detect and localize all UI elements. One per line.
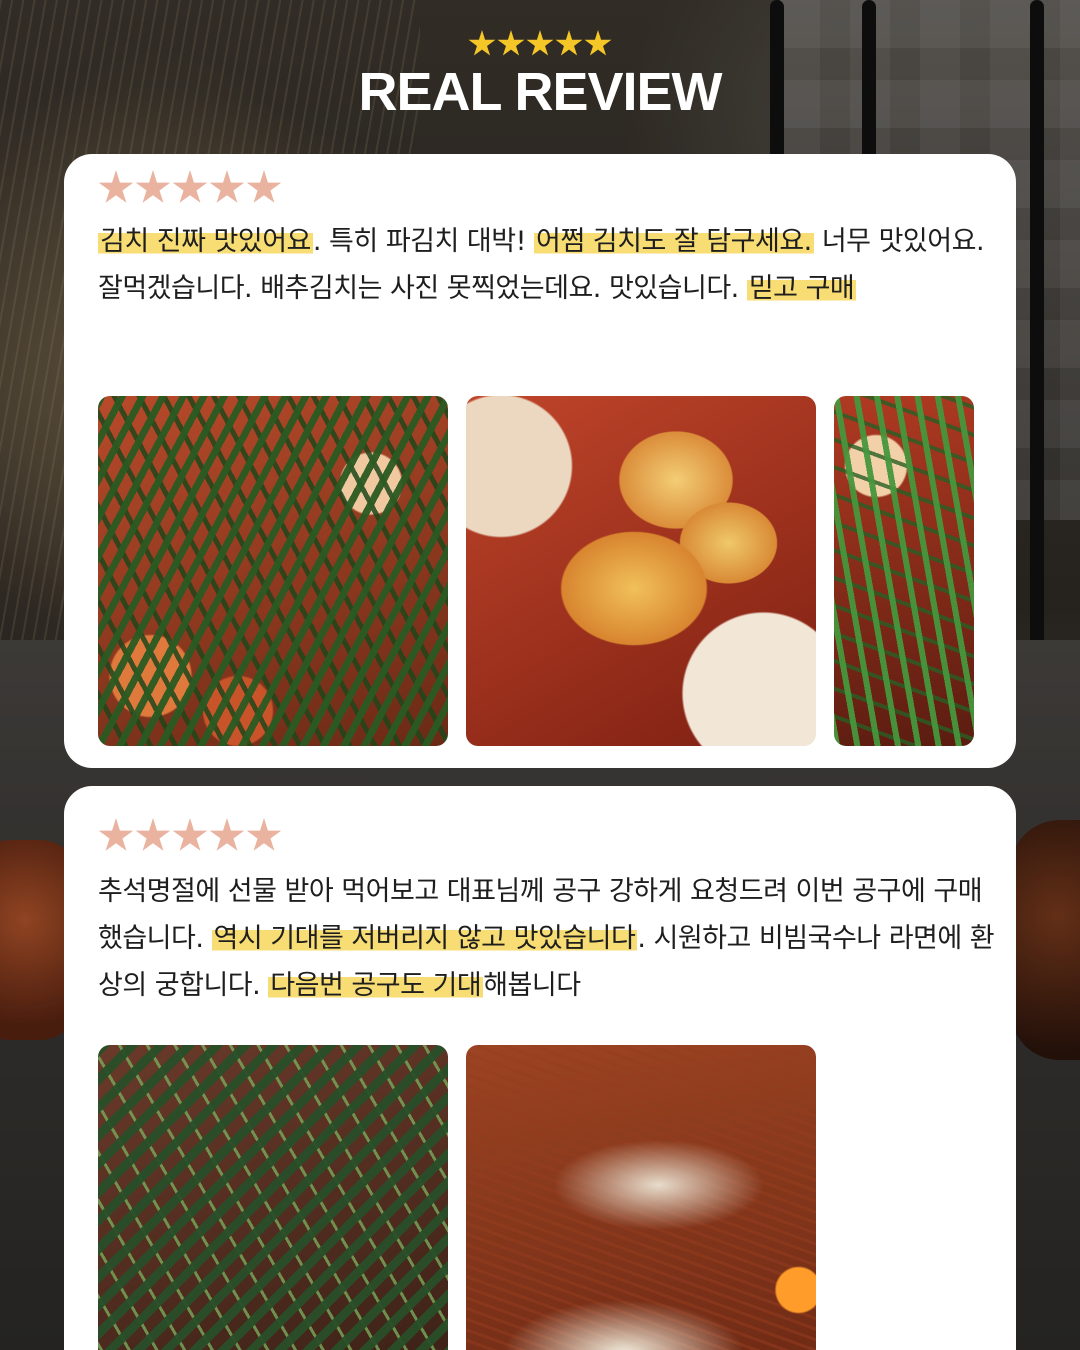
star-icon (209, 818, 245, 851)
star-icon (172, 170, 208, 203)
highlighted-phrase: 다음번 공구도 기대 (268, 970, 484, 1001)
review-card: 김치 진짜 맛있어요. 특히 파김치 대박! 어쩜 김치도 잘 담구세요. 너무… (64, 154, 1016, 768)
green-onion-kimchi-photo[interactable] (98, 396, 448, 746)
highlighted-phrase: 역시 기대를 저버리지 않고 맛있습니다 (211, 923, 638, 954)
greens-kimchi-photo-partial[interactable] (834, 396, 974, 746)
review-rating-stars (98, 170, 282, 206)
star-icon (526, 30, 554, 56)
star-icon (98, 818, 134, 851)
young-radish-kimchi-photo[interactable] (98, 1045, 448, 1350)
highlighted-phrase: 믿고 구매 (746, 273, 857, 304)
header-rating-stars (0, 30, 1080, 58)
radish-kimchi-photo[interactable] (466, 396, 816, 746)
review-text-segment: . 특히 파김치 대박! (312, 226, 535, 257)
star-icon (497, 30, 525, 56)
review-rating-stars (98, 818, 282, 854)
highlighted-phrase: 어쩜 김치도 잘 담구세요. (534, 226, 814, 257)
review-text-segment: 해봅니다 (483, 970, 581, 1001)
review-photo-row (98, 1045, 816, 1350)
star-icon (98, 170, 134, 203)
star-icon (468, 30, 496, 56)
star-icon (246, 170, 282, 203)
star-icon (555, 30, 583, 56)
cabbage-kimchi-photo[interactable] (466, 1045, 816, 1350)
page-title: REAL REVIEW (358, 62, 722, 122)
star-icon (246, 818, 282, 851)
review-text: 김치 진짜 맛있어요. 특히 파김치 대박! 어쩜 김치도 잘 담구세요. 너무… (98, 218, 998, 312)
review-card: 추석명절에 선물 받아 먹어보고 대표님께 공구 강하게 요청드려 이번 공구에… (64, 786, 1016, 1350)
star-icon (135, 818, 171, 851)
highlighted-phrase: 김치 진짜 맛있어요 (98, 226, 313, 257)
star-icon (172, 818, 208, 851)
star-icon (135, 170, 171, 203)
star-icon (584, 30, 612, 56)
review-photo-row (98, 396, 974, 746)
star-icon (209, 170, 245, 203)
page-header: REAL REVIEW (0, 30, 1080, 122)
review-text: 추석명절에 선물 받아 먹어보고 대표님께 공구 강하게 요청드려 이번 공구에… (98, 868, 998, 1009)
